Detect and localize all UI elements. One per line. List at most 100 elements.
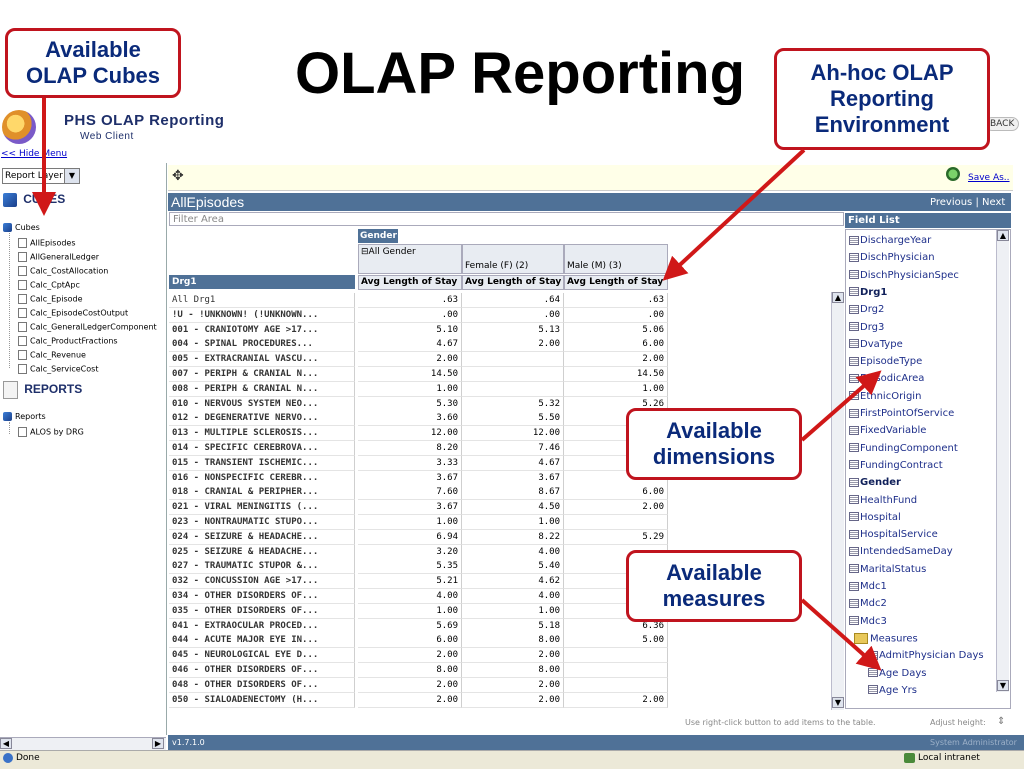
column-member-all-gender[interactable]: ⊟All Gender: [358, 244, 462, 274]
left-horizontal-scrollbar[interactable]: ◀ ▶: [0, 737, 166, 750]
previous-next-nav[interactable]: Previous | Next: [930, 197, 1005, 208]
row-header[interactable]: 032 - CONCUSSION AGE >17...: [169, 574, 355, 590]
field-item[interactable]: EpisodicArea: [849, 373, 924, 384]
field-item[interactable]: HealthFund: [849, 495, 917, 506]
table-vertical-scrollbar[interactable]: ▲ ▼: [831, 292, 844, 710]
row-header[interactable]: 050 - SIALOADENECTOMY (H...: [169, 692, 355, 708]
field-item[interactable]: FirstPointOfService: [849, 408, 954, 419]
report-item[interactable]: ALOS by DRG: [18, 427, 84, 437]
row-header[interactable]: 041 - EXTRAOCULAR PROCED...: [169, 618, 355, 634]
filter-area[interactable]: Filter Area: [169, 212, 844, 226]
field-item[interactable]: Mdc1: [849, 581, 887, 592]
chevron-down-icon[interactable]: ▼: [64, 169, 79, 183]
row-header[interactable]: 048 - OTHER DISORDERS OF...: [169, 677, 355, 693]
field-item[interactable]: Hospital: [849, 512, 901, 523]
cube-item[interactable]: Calc_Episode: [18, 294, 83, 304]
field-item[interactable]: Mdc2: [849, 598, 887, 609]
row-header[interactable]: 034 - OTHER DISORDERS OF...: [169, 589, 355, 604]
measure-item[interactable]: AdmitPhysician Days: [868, 650, 984, 661]
cube-item[interactable]: Calc_GeneralLedgerComponent: [18, 322, 157, 332]
field-item[interactable]: DischPhysician: [849, 252, 935, 263]
move-icon[interactable]: ✥: [172, 168, 184, 184]
row-header[interactable]: 001 - CRANIOTOMY AGE >17...: [169, 322, 355, 338]
back-button[interactable]: BACK: [985, 117, 1020, 131]
save-as-icon[interactable]: [946, 167, 960, 181]
row-header[interactable]: 004 - SPINAL PROCEDURES...: [169, 337, 355, 353]
row-header[interactable]: 021 - VIRAL MENINGITIS (...: [169, 500, 355, 516]
field-list[interactable]: DischargeYear DischPhysician DischPhysicia…: [845, 229, 1011, 709]
adjust-height-spinner-icon[interactable]: ⇕: [997, 716, 1005, 727]
row-header[interactable]: 027 - TRAUMATIC STUPOR &...: [169, 559, 355, 575]
main-toolbar: [168, 165, 1013, 191]
field-item[interactable]: FundingComponent: [849, 443, 958, 454]
measure-item[interactable]: Age Yrs: [868, 685, 917, 696]
table-cell: 3.67: [358, 470, 462, 486]
cube-item[interactable]: Calc_CostAllocation: [18, 266, 108, 276]
scroll-down-icon[interactable]: ▼: [997, 680, 1009, 691]
scroll-right-icon[interactable]: ▶: [152, 738, 164, 749]
column-member-male[interactable]: Male (M) (3): [564, 244, 668, 274]
field-item[interactable]: DischPhysicianSpec: [849, 270, 959, 281]
cube-item[interactable]: Calc_ServiceCost: [18, 364, 98, 374]
column-dimension-label[interactable]: Gender: [358, 229, 398, 243]
cube-item-label: Calc_CostAllocation: [30, 266, 109, 276]
row-header[interactable]: 010 - NERVOUS SYSTEM NEO...: [169, 396, 355, 412]
cube-item[interactable]: AllGeneralLedger: [18, 252, 99, 262]
callout-dimensions: Available dimensions: [626, 408, 802, 480]
row-header-all[interactable]: All Drg1: [169, 293, 355, 308]
report-layer-select[interactable]: Report Layer ▼: [2, 168, 80, 184]
field-item[interactable]: Gender: [849, 477, 901, 488]
cubes-root[interactable]: Cubes: [3, 223, 40, 232]
scroll-down-icon[interactable]: ▼: [832, 697, 844, 708]
measures-folder[interactable]: Measures: [854, 632, 918, 644]
field-item[interactable]: Drg3: [849, 322, 884, 333]
cube-item[interactable]: AllEpisodes: [18, 238, 76, 248]
cube-item[interactable]: Calc_ProductFractions: [18, 336, 118, 346]
row-header[interactable]: 024 - SEIZURE & HEADACHE...: [169, 529, 355, 545]
scroll-up-icon[interactable]: ▲: [832, 292, 844, 303]
field-item[interactable]: FundingContract: [849, 460, 943, 471]
row-header[interactable]: 007 - PERIPH & CRANIAL N...: [169, 367, 355, 382]
dimension-icon: [849, 408, 859, 418]
row-header[interactable]: 025 - SEIZURE & HEADACHE...: [169, 544, 355, 560]
field-item[interactable]: Drg1: [849, 287, 887, 298]
row-header[interactable]: 012 - DEGENERATIVE NERVO...: [169, 411, 355, 427]
field-item[interactable]: Mdc3: [849, 616, 887, 627]
row-header[interactable]: 044 - ACUTE MAJOR EYE IN...: [169, 633, 355, 649]
field-item[interactable]: FixedVariable: [849, 425, 926, 436]
row-header[interactable]: 023 - NONTRAUMATIC STUPO...: [169, 515, 355, 530]
field-item[interactable]: EthnicOrigin: [849, 391, 921, 402]
row-header[interactable]: 046 - OTHER DISORDERS OF...: [169, 663, 355, 678]
field-list-scrollbar[interactable]: ▲ ▼: [996, 230, 1009, 692]
field-item[interactable]: MaritalStatus: [849, 564, 926, 575]
row-dimension-label[interactable]: Drg1: [169, 275, 355, 289]
row-header[interactable]: 016 - NONSPECIFIC CEREBR...: [169, 470, 355, 486]
field-item[interactable]: Drg2: [849, 304, 884, 315]
scroll-up-icon[interactable]: ▲: [997, 230, 1009, 241]
column-member-female[interactable]: Female (F) (2): [462, 244, 564, 274]
cube-item[interactable]: Calc_EpisodeCostOutput: [18, 308, 128, 318]
cube-item[interactable]: Calc_Revenue: [18, 350, 86, 360]
row-header[interactable]: 005 - EXTRACRANIAL VASCU...: [169, 352, 355, 368]
field-item-label: Hospital: [860, 511, 901, 523]
scroll-left-icon[interactable]: ◀: [0, 738, 12, 749]
field-item[interactable]: EpisodeType: [849, 356, 922, 367]
row-header[interactable]: 045 - NEUROLOGICAL EYE D...: [169, 648, 355, 664]
row-header[interactable]: 008 - PERIPH & CRANIAL N...: [169, 381, 355, 397]
cube-item[interactable]: Calc_CptApc: [18, 280, 80, 290]
field-item[interactable]: HospitalService: [849, 529, 938, 540]
reports-root[interactable]: Reports: [3, 412, 46, 421]
save-as-link[interactable]: Save As..: [968, 173, 1010, 183]
field-item[interactable]: DvaType: [849, 339, 903, 350]
row-header[interactable]: 015 - TRANSIENT ISCHEMIC...: [169, 455, 355, 471]
measure-item[interactable]: Age Days: [868, 668, 926, 679]
field-item[interactable]: IntendedSameDay: [849, 546, 953, 557]
row-header[interactable]: !U - !UNKNOWN! (!UNKNOWN...: [169, 307, 355, 323]
hide-menu-link[interactable]: << Hide Menu: [1, 149, 67, 159]
row-header[interactable]: 018 - CRANIAL & PERIPHER...: [169, 485, 355, 501]
row-header[interactable]: 013 - MULTIPLE SCLEROSIS...: [169, 426, 355, 442]
row-header[interactable]: 014 - SPECIFIC CEREBROVA...: [169, 441, 355, 456]
callout-adhoc-environment: Ah-hoc OLAP Reporting Environment: [774, 48, 990, 150]
row-header[interactable]: 035 - OTHER DISORDERS OF...: [169, 603, 355, 619]
field-item[interactable]: DischargeYear: [849, 235, 931, 246]
